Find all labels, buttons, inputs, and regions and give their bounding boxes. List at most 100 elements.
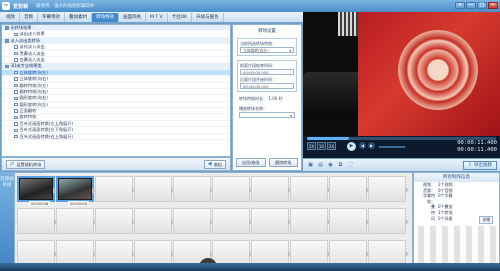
random-transition-label: 设置随机转场 — [16, 161, 42, 167]
checkbox-icon — [14, 32, 18, 37]
current-transition-value: 立体旋转(向左) — [243, 47, 269, 53]
tab-style[interactable]: 画面风格 — [119, 13, 146, 22]
transition-label: 无转场效果 — [10, 25, 32, 30]
checkbox-icon — [14, 122, 18, 126]
time-section: 前面片段结束时间： 00:00:00.000 后面片段开始时间： 00:00:0… — [237, 60, 297, 92]
transition-label: 正面翻转 — [19, 108, 37, 114]
menu-button[interactable]: ▾ — [455, 2, 465, 9]
maximize-button[interactable]: □ — [477, 2, 487, 9]
volume-slider[interactable] — [379, 146, 405, 148]
checkbox-icon — [14, 96, 18, 101]
dropdown-icon: ▾ — [290, 112, 292, 118]
save-icon[interactable]: ▣ — [307, 162, 314, 169]
transition-label: 立体旋转(向右) — [19, 76, 48, 82]
transition-label: 百叶式画面转换(右上角展开) — [19, 133, 74, 139]
tab-karaoke[interactable]: 卡拉OK — [168, 13, 193, 22]
export-video-button[interactable]: ⇪ 导出视频 — [463, 161, 497, 170]
prefix-section: 播放转场名称： ▾ — [237, 106, 297, 118]
empty-slot[interactable] — [212, 208, 253, 234]
info-thumbnails — [418, 226, 497, 266]
end-time-label: 后面片段开始时间： — [240, 77, 276, 82]
crop-icon[interactable]: ⧉ — [337, 162, 344, 169]
detail-button[interactable]: 详细 — [479, 216, 493, 224]
prefix-input[interactable]: ▾ — [239, 112, 295, 118]
empty-slot[interactable] — [173, 176, 214, 202]
empty-slot[interactable] — [329, 208, 370, 234]
tab-transition[interactable]: 转场特效 — [92, 13, 119, 22]
close-button[interactable]: ✕ — [488, 2, 498, 9]
checkbox-icon — [14, 58, 18, 62]
dropdown-icon: ▾ — [289, 47, 291, 53]
tab-service[interactable]: 升级与服务 — [192, 13, 224, 22]
empty-slot[interactable] — [173, 208, 214, 234]
empty-slot[interactable] — [95, 176, 136, 202]
start-time-value: 00:00:00.000 — [243, 69, 269, 75]
info-value: 0个风格 — [438, 215, 453, 221]
empty-slot[interactable] — [56, 208, 97, 234]
shuffle-icon: ⇄ — [10, 160, 15, 167]
folder-icon[interactable]: ▤ — [317, 162, 324, 169]
empty-slot[interactable] — [251, 208, 292, 234]
production-info-panel: 所有制作信息 视频： 2个视频 音频： 0个音频 字幕特效： 0个字幕叠 0个叠加特 1个转场… — [413, 172, 500, 271]
transition-label: 圆形旋转(向右) — [19, 95, 48, 101]
empty-slot[interactable] — [368, 208, 409, 234]
fullscreen-icon[interactable]: ⛶ — [347, 162, 354, 169]
checkbox-icon — [14, 134, 18, 139]
empty-slot[interactable] — [368, 176, 409, 202]
zoom-out-button[interactable]: 2X — [307, 142, 316, 150]
checkbox-icon — [14, 77, 18, 81]
next-frame-icon[interactable]: ▶ — [368, 142, 375, 149]
end-time-field: 00:00:00.000 — [240, 83, 294, 89]
timeline-clip-1[interactable]: 00:00:08 — [17, 176, 57, 206]
prev-frame-icon[interactable]: ◀ — [359, 142, 366, 149]
random-transition-button[interactable]: ⇄ 设置随机转场 — [6, 159, 46, 169]
transition-label: 旋转特效 — [19, 114, 37, 120]
zoom-normal-button[interactable]: 1X — [317, 142, 326, 150]
checkbox-icon — [14, 51, 18, 56]
timeline-clip-2[interactable]: 00:00:05 — [56, 176, 96, 206]
settings-buttons: 应用/修改 删除转场 — [236, 158, 298, 167]
empty-slot[interactable] — [251, 176, 292, 202]
tab-subtitle[interactable]: 字幕特效 — [38, 13, 65, 22]
window-controls: ▾ — □ ✕ — [455, 2, 498, 9]
duration-value[interactable]: 1.00 秒 — [268, 96, 282, 101]
clip-duration: 00:00:05 — [68, 201, 90, 206]
play-button[interactable]: ▶ — [347, 142, 356, 151]
tab-audio[interactable]: 音频 — [20, 13, 38, 22]
empty-slot[interactable] — [212, 176, 253, 202]
collapse-label: 收起 — [213, 161, 222, 167]
transition-label: 翻转特效(向右) — [19, 88, 48, 94]
checkbox-icon — [14, 90, 18, 94]
apply-transition-button[interactable]: 应用/修改 — [236, 158, 266, 167]
empty-slot[interactable] — [17, 208, 58, 234]
clip-thumbnail — [59, 179, 91, 199]
transition-list: 无转场效果 淡出淡入效果 淡入淡出类转场 淡化淡入淡出 黑幕淡入淡出 白幕淡入淡出 3D或专… — [1, 24, 231, 157]
prefix-label: 播放转场名称： — [239, 106, 267, 111]
empty-slot[interactable] — [290, 208, 331, 234]
empty-slot[interactable] — [329, 176, 370, 202]
transition-item[interactable]: 百叶式画面转换(右上角展开) — [2, 133, 230, 141]
collapse-button[interactable]: ◀ 收起 — [203, 159, 226, 169]
current-transition-field[interactable]: 立体旋转(向左) ▾ — [240, 47, 294, 53]
info-title: 所有制作信息 — [414, 173, 499, 182]
transition-label: 百叶式画面转换(左上角展开) — [19, 120, 74, 126]
minimize-button[interactable]: — — [466, 2, 476, 9]
empty-slot[interactable] — [134, 208, 175, 234]
delete-transition-button[interactable]: 删除转场 — [268, 158, 298, 167]
empty-slot[interactable] — [290, 176, 331, 202]
empty-slot[interactable] — [134, 176, 175, 202]
camera-icon[interactable]: ◉ — [327, 162, 334, 169]
tab-overlay[interactable]: 叠加素材 — [65, 13, 92, 22]
current-time: 00:00:11.400 — [457, 140, 497, 146]
checkbox-icon — [14, 115, 18, 120]
transition-label: 圆形旋转(向左) — [19, 101, 48, 107]
tab-video[interactable]: 视频 — [2, 13, 20, 22]
tab-mtv[interactable]: M T V — [146, 13, 168, 22]
timecode: 00:00:11.400 00:00:11.400 — [457, 140, 497, 153]
duration-section: 转场特效时长： 1.00 秒 — [237, 96, 297, 102]
empty-slot[interactable] — [95, 208, 136, 234]
zoom-in-button[interactable]: 2X — [327, 142, 336, 150]
info-key: 风 — [431, 215, 435, 221]
checkbox-icon — [14, 128, 18, 132]
app-name: 爱剪辑 — [13, 3, 29, 10]
